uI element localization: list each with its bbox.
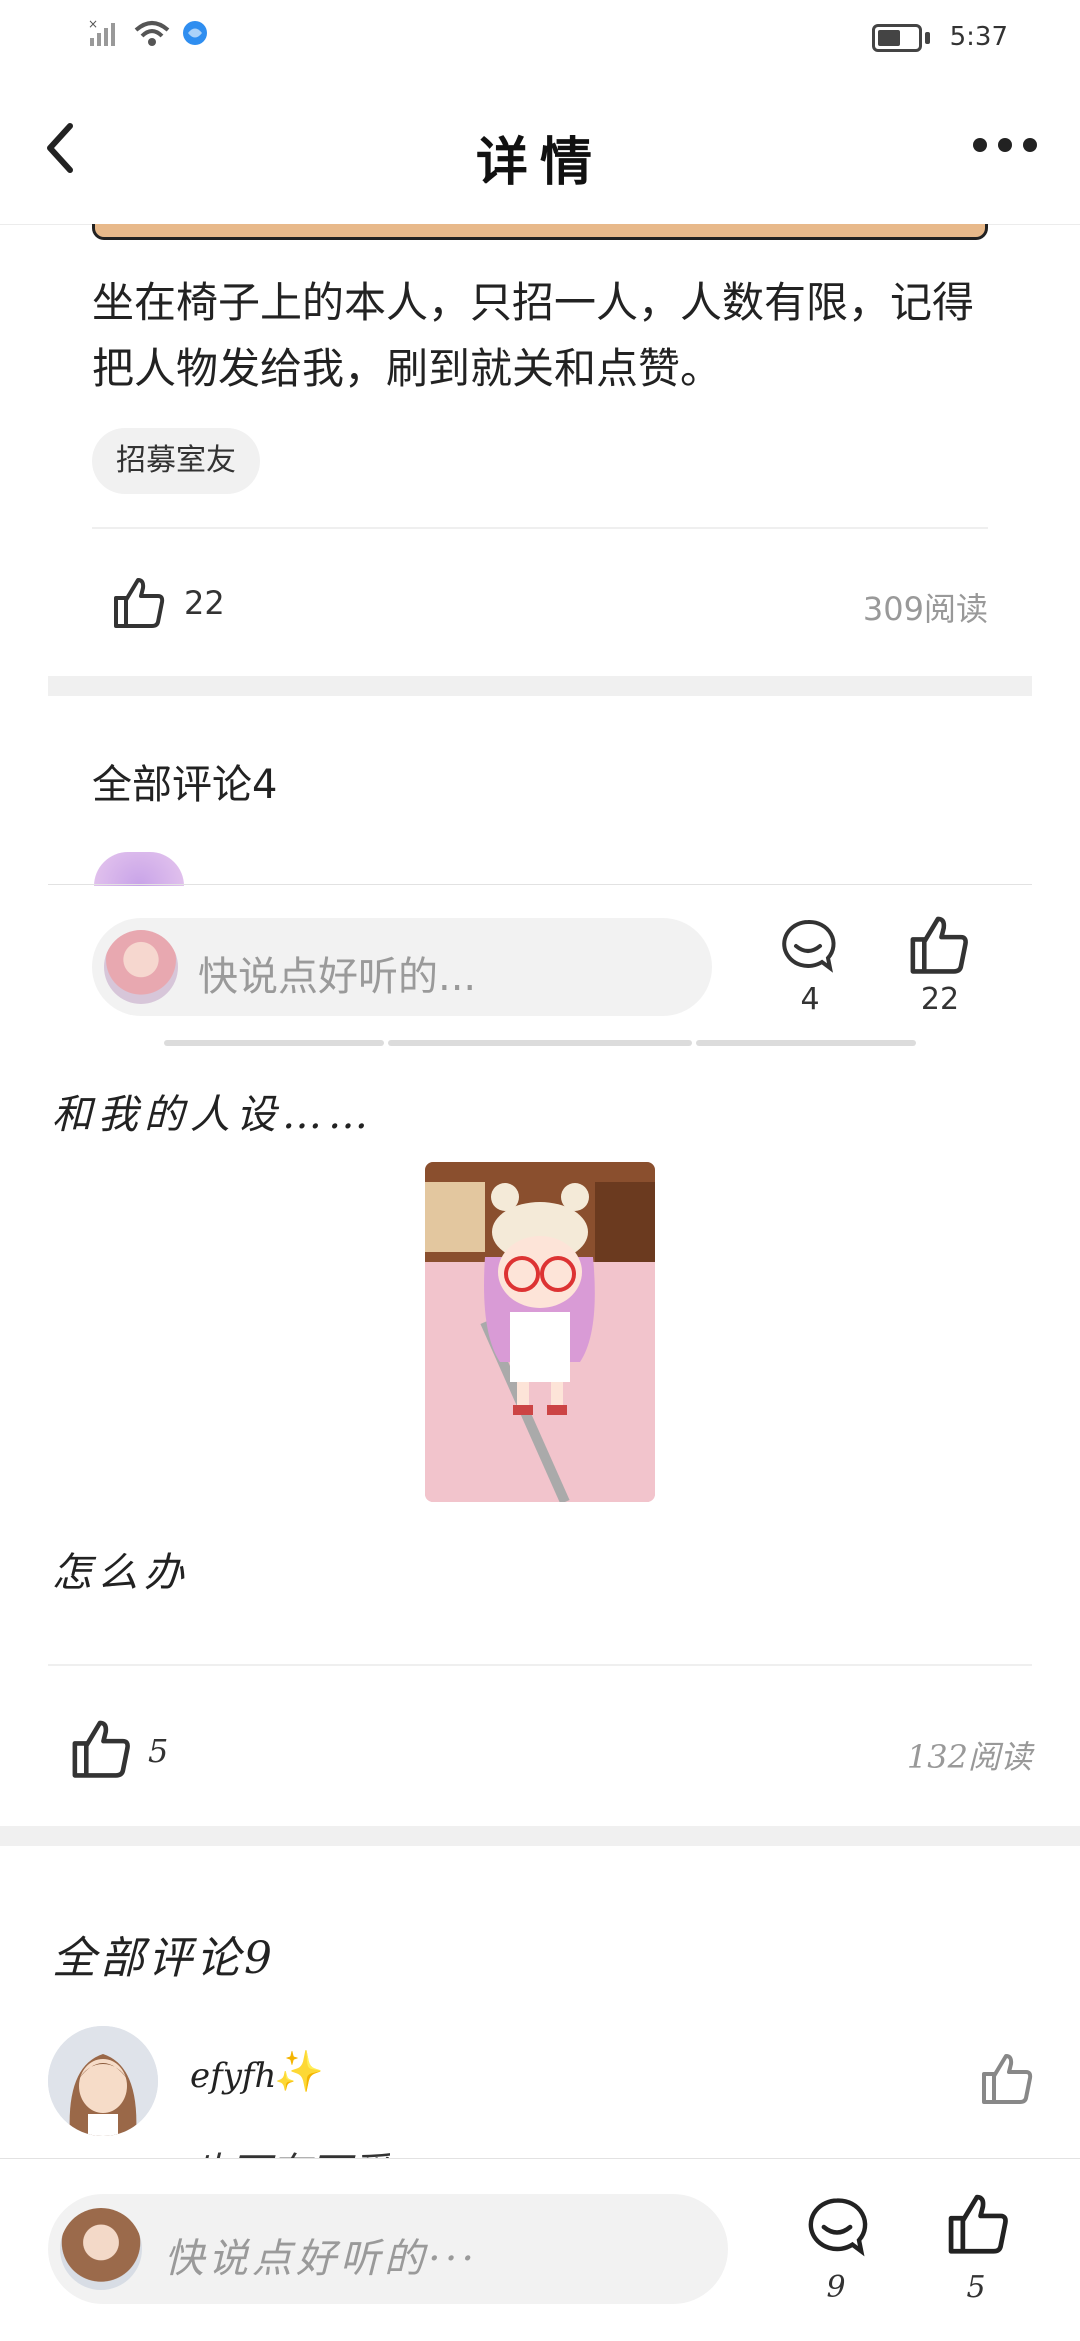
comment-count: 9 — [826, 2270, 846, 2305]
post-text: 坐在椅子上的本人，只招一人，人数有限，记得把人物发给我，刷到就关和点赞。 — [92, 278, 975, 393]
comment-count: 4 — [800, 982, 820, 1017]
comment-input-placeholder: 快说点好听的... — [198, 954, 477, 1000]
avatar — [60, 2208, 142, 2290]
comments-title: 全部评论9 — [52, 1933, 276, 1984]
more-button[interactable] — [970, 130, 1050, 180]
post-text: 和我的人设…… — [52, 1092, 374, 1138]
post-view-count: 309阅读 — [862, 590, 988, 628]
thumbs-up-icon[interactable] — [944, 2190, 1010, 2256]
page-title: 详情 — [475, 133, 604, 193]
thumbs-up-icon[interactable] — [906, 912, 970, 976]
section-gap — [0, 1826, 1080, 1846]
more-dots-icon — [973, 138, 1037, 152]
browser-icon — [183, 21, 207, 45]
avatar-image — [48, 2026, 158, 2136]
post-like-count: 22 — [184, 584, 225, 622]
avatar[interactable] — [94, 852, 184, 886]
scroll-indicator — [388, 1040, 692, 1046]
comment-bubble-icon[interactable] — [778, 916, 838, 976]
post-photo[interactable] — [425, 1162, 655, 1502]
divider — [92, 527, 988, 529]
like-count: 5 — [966, 2270, 986, 2305]
tag-chip[interactable]: 招募室友 — [92, 428, 260, 494]
thumbs-up-icon[interactable] — [110, 574, 166, 630]
divider — [48, 1664, 1032, 1666]
comment-input-placeholder: 快说点好听的··· — [164, 2236, 479, 2282]
avatar — [104, 930, 178, 1004]
svg-text:×: × — [88, 18, 98, 31]
comment-bubble-icon[interactable] — [804, 2194, 870, 2260]
avatar[interactable] — [48, 2026, 158, 2136]
post-like-count: 5 — [148, 1732, 169, 1770]
scroll-indicator — [696, 1040, 916, 1046]
post-text: 怎么办 — [52, 1550, 190, 1596]
battery-tip — [925, 32, 930, 44]
status-icons: × — [88, 18, 208, 48]
comment-username[interactable]: efyfh — [190, 2056, 276, 2096]
scroll-indicator — [164, 1040, 384, 1046]
post-image-cropped[interactable] — [92, 224, 988, 240]
signal-icon: × — [88, 18, 115, 46]
battery-icon — [872, 24, 922, 52]
status-time: 5:37 — [949, 22, 1008, 52]
wifi-icon — [134, 21, 170, 46]
thumbs-up-icon[interactable] — [978, 2050, 1034, 2106]
character-image — [425, 1162, 655, 1502]
like-count: 22 — [920, 982, 960, 1017]
sparkle-icon: ✨ — [274, 2049, 324, 2095]
thumbs-up-icon[interactable] — [68, 1716, 132, 1780]
post-view-count: 132阅读 — [906, 1738, 1032, 1776]
divider — [48, 884, 1032, 885]
section-gap — [48, 676, 1032, 696]
comments-title: 全部评论4 — [92, 762, 278, 808]
